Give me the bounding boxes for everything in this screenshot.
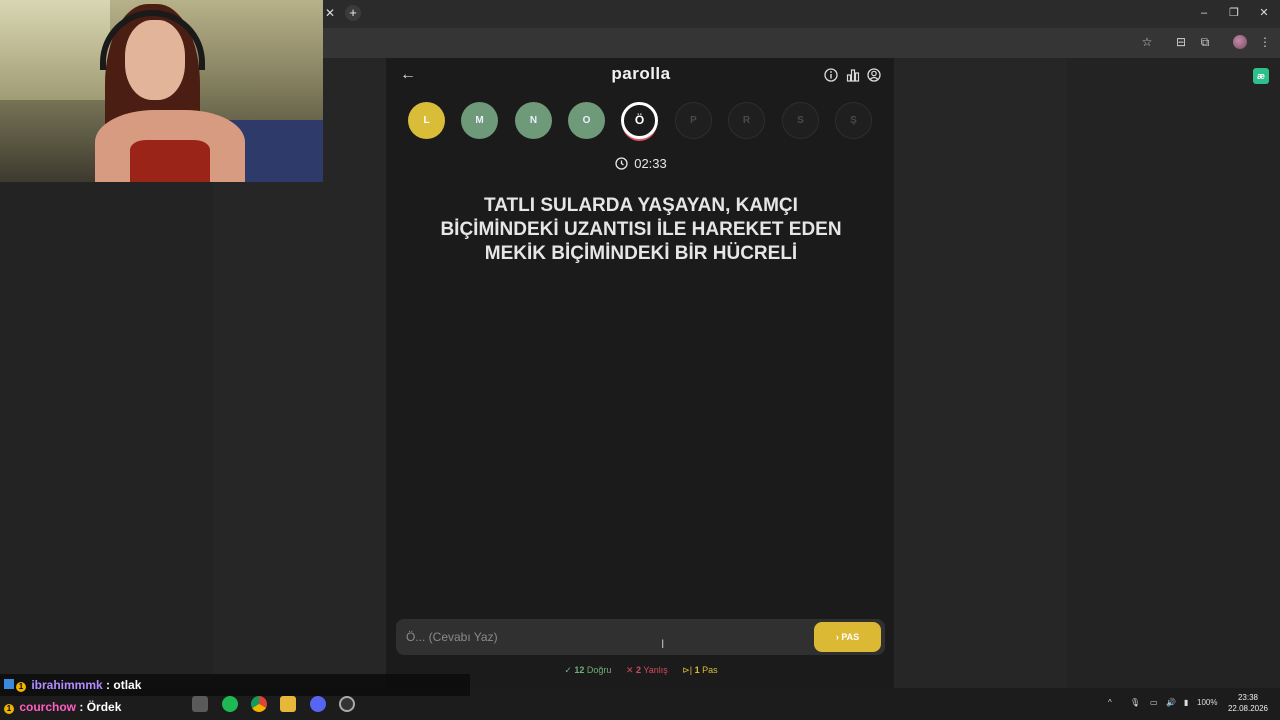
cross-icon: ✕ [625, 665, 634, 675]
chat-username: ibrahimmmk [31, 678, 103, 692]
game-panel: ← parolla L M N O Ö P R S Ş 02:33 TATLI … [385, 58, 895, 688]
extensions-icon[interactable]: ⧉ [1197, 34, 1213, 50]
letter-o-umlaut-active: Ö [621, 102, 658, 139]
minimize-icon[interactable]: – [1197, 6, 1211, 20]
user-profile-icon[interactable] [867, 68, 881, 82]
letter-r: R [728, 102, 765, 139]
chat-sub-badge-icon: 1 [16, 682, 26, 692]
letter-l: L [408, 102, 445, 139]
battery-icon: ▮ [1184, 698, 1189, 707]
answer-box: › PAS [396, 619, 885, 655]
letter-ring: L M N O Ö P R S Ş [408, 102, 878, 142]
letter-o: O [568, 102, 605, 139]
chat-message: 1 ibrahimmmk : otlak [0, 674, 470, 696]
pas-button[interactable]: › PAS [814, 622, 881, 652]
text-cursor-icon: I [661, 637, 665, 651]
volume-icon[interactable]: 🔊 [1166, 698, 1176, 707]
window-close-icon[interactable]: ✕ [1257, 6, 1271, 20]
new-tab-icon[interactable]: + [345, 5, 361, 21]
chat-message: 1 courchow : Ördek [0, 696, 470, 718]
chat-sub-badge-icon: 1 [4, 704, 14, 714]
page-gutter-right [895, 58, 1066, 688]
chat-badge-icon [4, 679, 14, 689]
skip-icon: ⊳| [682, 665, 693, 675]
webcam-person-top [130, 140, 210, 182]
letter-p: P [675, 102, 712, 139]
chat-text: : otlak [106, 678, 142, 692]
chat-username: courchow [19, 700, 77, 714]
microphone-icon[interactable]: 🎙 [1130, 698, 1140, 707]
chat-text: : Ördek [79, 700, 122, 714]
profile-avatar[interactable] [1233, 35, 1247, 49]
webcam-headset [100, 10, 205, 70]
page-background-right [1066, 58, 1280, 688]
bookmark-star-icon[interactable]: ☆ [1139, 34, 1155, 50]
translate-icon[interactable]: ⊟ [1173, 34, 1189, 50]
clock-icon [615, 157, 628, 170]
tab-close-icon[interactable]: ✕ [323, 6, 337, 20]
clock-date: 22.08.2026 [1227, 704, 1269, 713]
letter-n: N [515, 102, 552, 139]
app-logo: parolla [611, 64, 671, 83]
browser-menu-icon[interactable]: ⋮ [1257, 34, 1273, 50]
webcam-overlay [0, 0, 323, 182]
pas-stat: ⊳| 1 Pas [682, 665, 718, 675]
battery-level: 100% [1197, 698, 1218, 707]
extension-badge-icon[interactable]: æ [1253, 68, 1269, 84]
info-icon[interactable] [824, 68, 838, 82]
timer: 02:33 [386, 156, 896, 171]
webcam-background-window [0, 0, 110, 100]
letter-s: S [782, 102, 819, 139]
restore-icon[interactable]: ❐ [1227, 6, 1241, 20]
network-icon[interactable]: ▭ [1150, 698, 1158, 707]
check-icon: ✓ [564, 665, 572, 675]
stats-chart-icon[interactable] [846, 68, 860, 82]
clock-time: 23:38 [1237, 693, 1259, 702]
chevron-right-icon: › [835, 632, 839, 642]
question-text: TATLI SULARDA YAŞAYAN, KAMÇI BİÇİMİNDEKİ… [440, 195, 842, 264]
letter-s-cedilla: Ş [835, 102, 872, 139]
tray-chevron-icon[interactable]: ^ [1108, 698, 1112, 707]
wrong-stat: ✕ 2 Yanlış [625, 665, 668, 675]
system-clock[interactable]: 23:38 22.08.2026 [1226, 692, 1270, 714]
answer-input[interactable] [396, 619, 806, 655]
letter-m: M [461, 102, 498, 139]
timer-value: 02:33 [634, 156, 667, 171]
pas-button-label: PAS [841, 632, 860, 642]
correct-stat: ✓ 12 Doğru [564, 665, 612, 675]
